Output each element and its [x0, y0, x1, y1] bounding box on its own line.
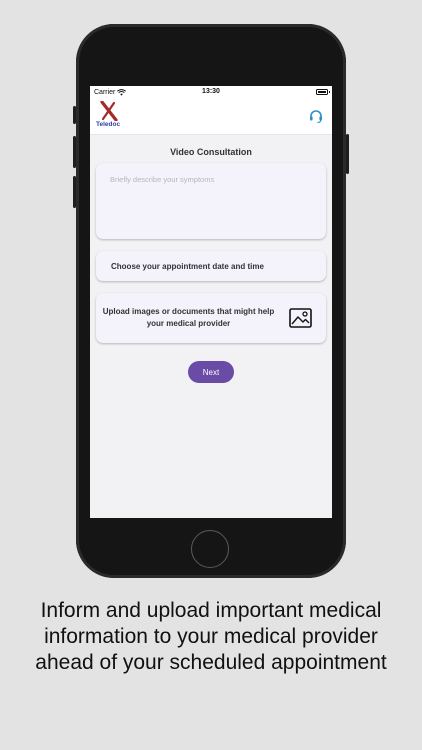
app-bar: Teledoc — [90, 98, 332, 135]
next-button[interactable]: Next — [188, 361, 234, 383]
symptoms-card — [96, 163, 326, 239]
phone-side-button — [73, 106, 76, 124]
battery-icon — [316, 89, 330, 95]
wifi-icon — [117, 88, 127, 96]
headset-icon[interactable] — [308, 108, 324, 124]
upload-label: Upload images or documents that might he… — [102, 307, 275, 328]
phone-side-button — [73, 136, 76, 168]
logo-text: Teledoc — [96, 121, 121, 128]
image-icon — [289, 308, 312, 328]
phone-screen: Carrier 13:30 Teledoc Video Consultation — [90, 86, 332, 518]
status-bar: Carrier 13:30 — [90, 86, 332, 98]
page-title: Video Consultation — [170, 147, 252, 157]
appointment-date-label: Choose your appointment date and time — [111, 261, 264, 271]
appointment-date-button[interactable]: Choose your appointment date and time — [96, 251, 326, 281]
symptoms-input[interactable] — [96, 163, 326, 239]
carrier-label: Carrier — [94, 88, 116, 96]
marketing-caption: Inform and upload important medical info… — [35, 599, 387, 674]
app-logo[interactable]: Teledoc — [96, 101, 122, 133]
phone-side-button — [73, 176, 76, 208]
logo-x-icon — [100, 101, 118, 121]
phone-side-button — [346, 134, 349, 174]
home-button[interactable] — [191, 530, 229, 568]
upload-documents-button[interactable]: Upload images or documents that might he… — [96, 293, 326, 343]
